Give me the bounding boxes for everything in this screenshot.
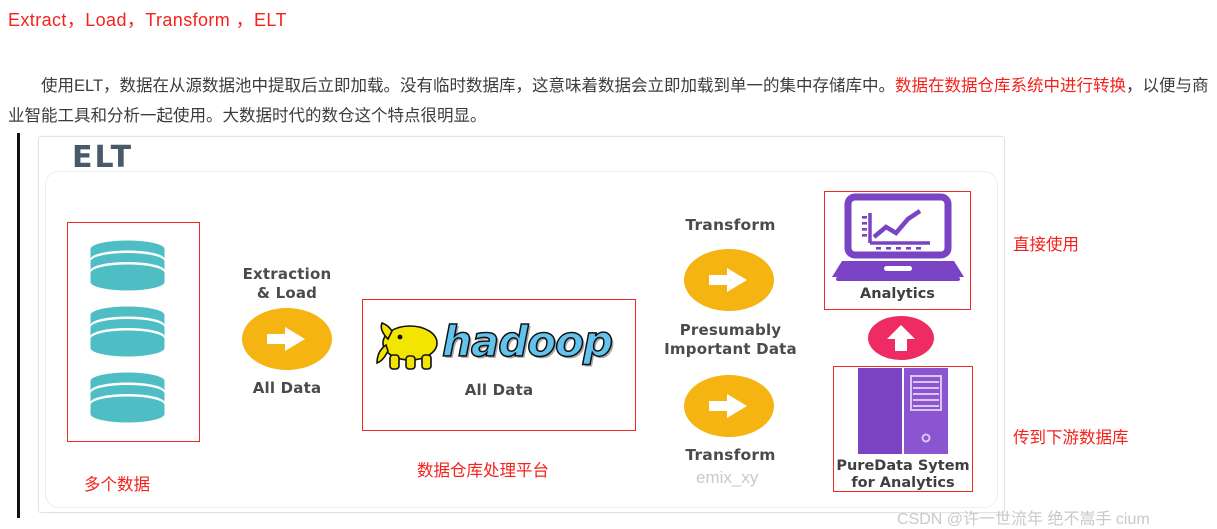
annotation-label-sources: 多个数据: [84, 476, 150, 494]
extraction-load-caption: Extraction & Load: [222, 265, 352, 303]
left-vertical-rule: [17, 133, 20, 518]
article-paragraph: 使用ELT，数据在从源数据池中提取后立即加载。没有临时数据库，这意味着数据会立即…: [8, 71, 1211, 131]
puredata-caption-line2: for Analytics: [851, 475, 955, 491]
extraction-load-caption-line1: Extraction: [242, 265, 332, 283]
database-cylinder-icon: [85, 240, 170, 292]
database-cylinder-icon: [85, 372, 170, 424]
annotation-label-analytics: 直接使用: [1013, 236, 1079, 254]
puredata-caption-line1: PureData Sytem: [836, 458, 970, 474]
hadoop-all-data-caption: All Data: [464, 381, 534, 399]
presumably-line2: Important Data: [664, 340, 797, 358]
arrow-right-icon-transform-lower: [684, 375, 774, 437]
hadoop-wordmark: hadoop: [441, 316, 614, 367]
transform-upper-caption: Transform: [685, 216, 776, 234]
database-cylinder-icon: [85, 306, 170, 358]
annotation-label-platform: 数据仓库处理平台: [417, 462, 549, 480]
presumably-important-data-caption: Presumably Important Data: [653, 321, 808, 359]
extraction-all-data-caption: All Data: [252, 379, 322, 397]
page-title: Extract，Load，Transform ，ELT: [8, 10, 287, 30]
presumably-line1: Presumably: [679, 321, 782, 339]
annotation-label-puredata: 传到下游数据库: [1013, 429, 1129, 447]
puredata-block: PureData Sytem for Analytics: [833, 366, 973, 492]
paragraph-text-part-1: 使用ELT，数据在从源数据池中提取后立即加载。没有临时数据库，这意味着数据会立即…: [41, 76, 896, 95]
arrow-up-icon-uplink: [868, 316, 934, 360]
analytics-caption: Analytics: [860, 286, 935, 302]
hadoop-logo: hadoop: [374, 313, 624, 370]
puredata-caption: PureData Sytem for Analytics: [819, 458, 987, 492]
arrow-right-icon-transform-upper: [684, 249, 774, 311]
analytics-block: Analytics: [824, 191, 971, 310]
diagram-heading: ELT: [72, 140, 134, 175]
paragraph-highlight: 数据在数据仓库系统中进行转换: [895, 76, 1127, 95]
hadoop-platform-block: hadoop All Data: [362, 299, 636, 431]
transform-lower-caption: Transform: [685, 446, 776, 464]
source-database-stack: [85, 240, 170, 435]
arrow-right-icon-extraction: [242, 308, 332, 370]
extraction-load-caption-line2: & Load: [256, 284, 318, 302]
